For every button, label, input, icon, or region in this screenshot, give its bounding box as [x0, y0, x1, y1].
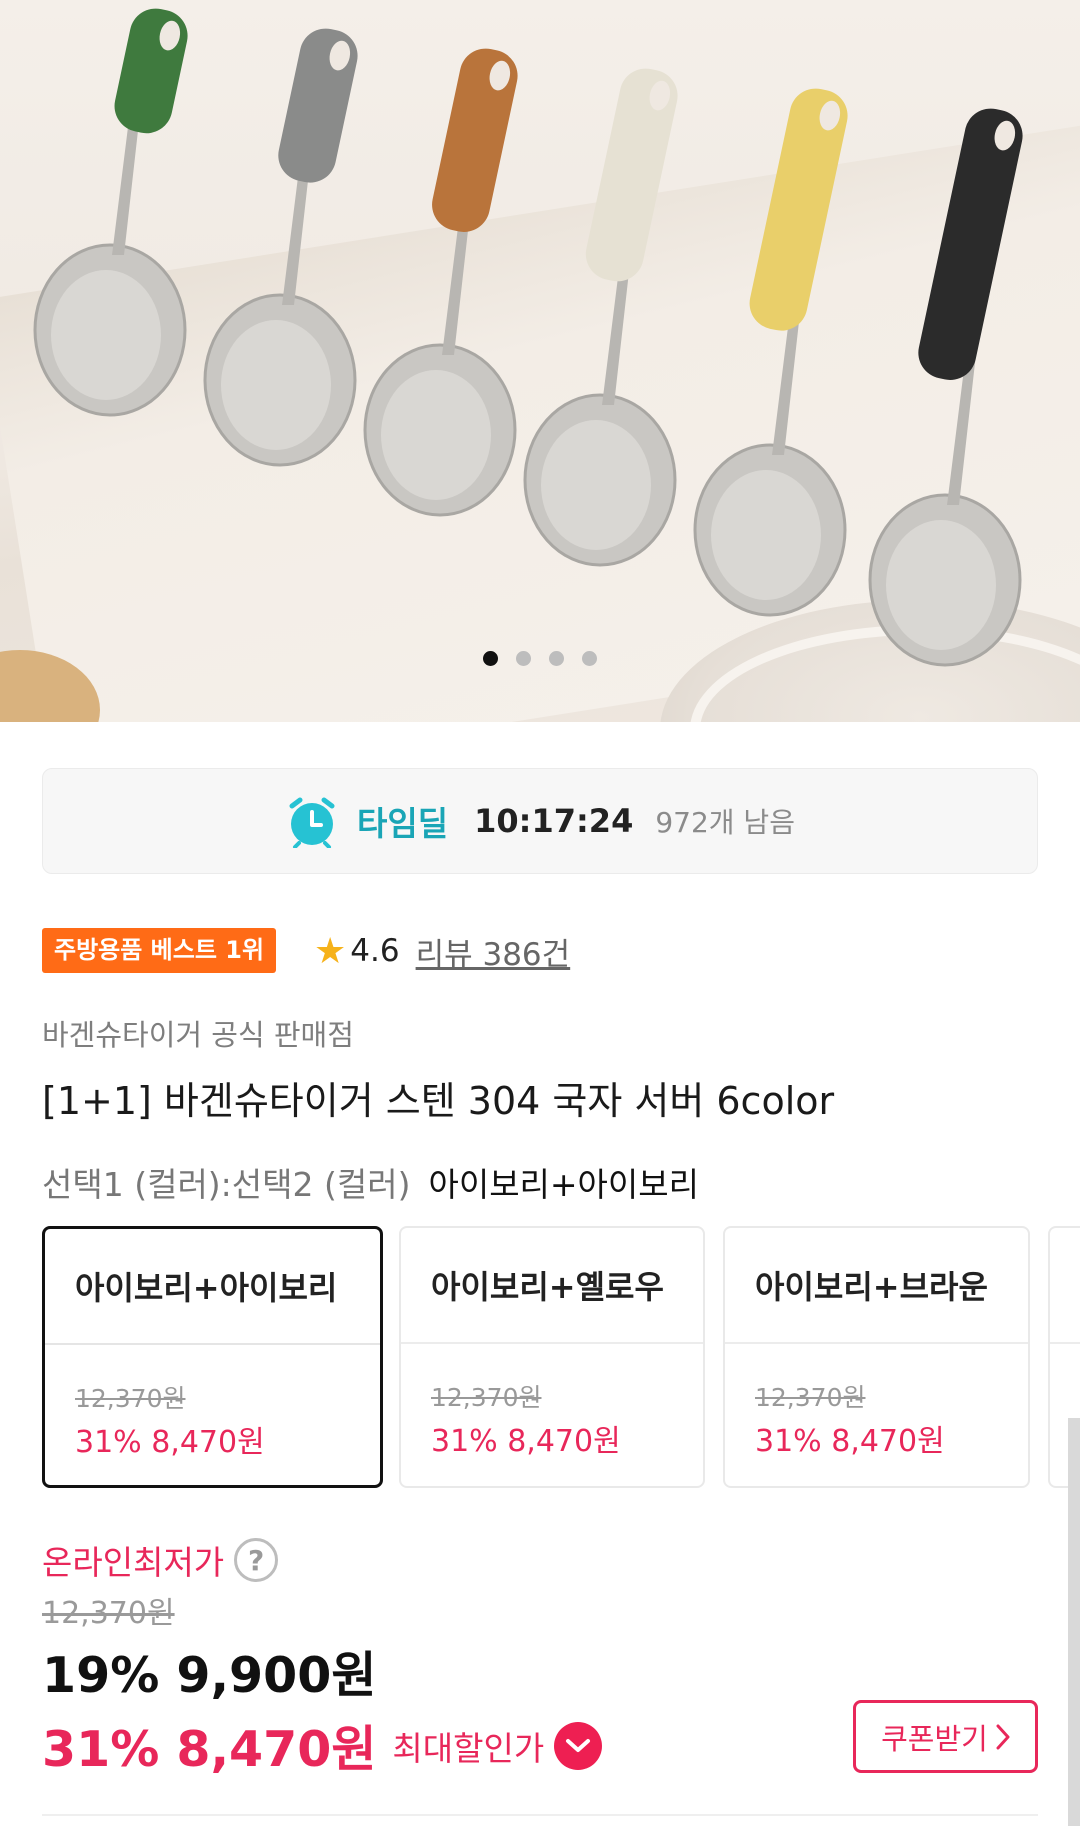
time-deal-bar: 타임딜 10:17:24 972개 남음: [42, 768, 1038, 874]
original-price: 12,370원: [42, 1596, 175, 1631]
rating-score: 4.6: [350, 933, 400, 969]
ladle-image: [868, 108, 1023, 667]
scrollbar[interactable]: [1068, 1418, 1080, 1826]
product-image-carousel[interactable]: [0, 0, 1080, 722]
option-card-name: 아이보리+옐로우: [401, 1228, 703, 1344]
max-discount-price: 31% 8,470원 최대할인가: [42, 1710, 603, 1781]
option-card-name-partial: [1050, 1228, 1080, 1344]
option-label-text: 선택1 (컬러):선택2 (컬러): [42, 1165, 411, 1204]
option-card-name: 아이보리+아이보리: [45, 1229, 380, 1345]
carousel-dot[interactable]: [483, 651, 498, 666]
current-price: 19% 9,900원: [42, 1647, 377, 1704]
option-card-ivory-brown[interactable]: 아이보리+브라운 12,370원 31% 8,470원: [723, 1226, 1030, 1488]
get-coupon-button[interactable]: 쿠폰받기: [853, 1700, 1038, 1773]
rating-summary: ★ 4.6 리뷰 386건: [314, 929, 571, 974]
option-card-original-price: 12,370원: [755, 1383, 866, 1412]
max-discount-label: 최대할인가: [392, 1728, 545, 1768]
seller-name[interactable]: 바겐슈타이거 공식 판매점: [42, 1012, 354, 1054]
time-deal-title: 타임딜: [357, 804, 449, 843]
star-icon: ★: [314, 930, 347, 972]
ladle-image: [523, 68, 678, 567]
option-card-name: 아이보리+브라운: [725, 1228, 1028, 1344]
ladle-image: [693, 88, 848, 617]
carousel-dot[interactable]: [549, 651, 564, 666]
option-card-sale-price: 31% 8,470원: [755, 1424, 945, 1459]
ladle-image: [363, 48, 518, 517]
review-count-link[interactable]: 리뷰 386건: [416, 929, 571, 974]
help-icon[interactable]: ?: [234, 1538, 279, 1582]
chevron-right-icon: [996, 1724, 1010, 1750]
lowest-price-text: 온라인최저가: [42, 1543, 225, 1582]
carousel-indicator: [0, 651, 1080, 666]
online-lowest-price-label: 온라인최저가 ?: [42, 1536, 279, 1584]
carousel-dot[interactable]: [582, 651, 597, 666]
product-photo-spoons: [33, 8, 1023, 667]
option-card-ivory-ivory[interactable]: 아이보리+아이보리 12,370원 31% 8,470원: [42, 1226, 383, 1488]
option-card-original-price: 12,370원: [431, 1383, 542, 1412]
option-card-list[interactable]: 아이보리+아이보리 12,370원 31% 8,470원 아이보리+옐로우 12…: [42, 1226, 1080, 1491]
option-card-original-price: 12,370원: [75, 1384, 186, 1413]
option-selected-value: 아이보리+아이보리: [428, 1165, 699, 1204]
countdown-timer: 10:17:24: [474, 802, 634, 840]
alarm-clock-icon: [285, 794, 339, 849]
option-card-sale-price: 31% 8,470원: [431, 1424, 621, 1459]
max-discount-value: 31% 8,470원: [42, 1721, 377, 1778]
section-divider: [42, 1814, 1038, 1816]
coupon-label: 쿠폰받기: [881, 1721, 988, 1756]
carousel-dot[interactable]: [516, 651, 531, 666]
option-card-ivory-yellow[interactable]: 아이보리+옐로우 12,370원 31% 8,470원: [399, 1226, 705, 1488]
ladle-image: [203, 28, 358, 467]
option-card-sale-price: 31% 8,470원: [75, 1425, 265, 1460]
product-title: [1+1] 바겐슈타이거 스텐 304 국자 서버 6color: [42, 1079, 835, 1123]
ladle-image: [33, 8, 188, 417]
remaining-stock: 972개 남음: [655, 806, 795, 839]
best-rank-badge: 주방용품 베스트 1위: [42, 928, 277, 973]
option-label: 선택1 (컬러):선택2 (컬러) 아이보리+아이보리: [42, 1158, 699, 1206]
chevron-down-icon[interactable]: [554, 1721, 603, 1770]
